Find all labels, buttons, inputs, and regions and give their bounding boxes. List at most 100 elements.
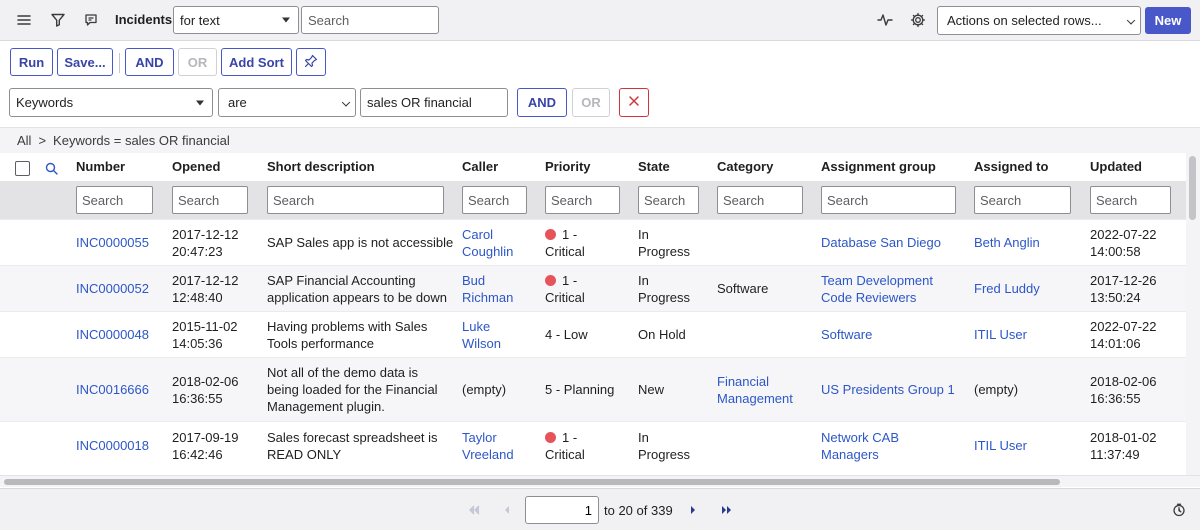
page-number-input[interactable] xyxy=(525,496,599,524)
list-search-input[interactable] xyxy=(301,6,439,34)
table-row[interactable]: INC0000055 2017-12-12 20:47:23 SAP Sales… xyxy=(0,219,1186,265)
column-header-assignment-group[interactable]: Assignment group xyxy=(821,159,936,174)
settings-icon[interactable] xyxy=(907,9,929,31)
caller-link[interactable]: Bud Richman xyxy=(462,272,513,306)
column-header-opened[interactable]: Opened xyxy=(172,159,220,174)
and-button[interactable]: AND xyxy=(125,48,174,76)
caller-link[interactable]: Carol Coughlin xyxy=(462,226,513,260)
category-cell: Software xyxy=(717,281,769,296)
table-row[interactable]: INC0000048 2015-11-02 14:05:36 Having pr… xyxy=(0,311,1186,357)
horizontal-scrollbar[interactable] xyxy=(0,475,1200,487)
column-header-category[interactable]: Category xyxy=(717,159,773,174)
page-range-label: to 20 of 339 xyxy=(604,503,673,518)
incident-number-link[interactable]: INC0000048 xyxy=(76,326,149,343)
column-header-assigned-to[interactable]: Assigned to xyxy=(974,159,1048,174)
search-field-select[interactable]: for text xyxy=(173,6,299,34)
updated-cell: 2018-01-02 11:37:49 xyxy=(1090,429,1157,462)
assigned-to-cell: (empty) xyxy=(974,382,1019,397)
column-header-caller[interactable]: Caller xyxy=(462,159,498,174)
column-header-number[interactable]: Number xyxy=(76,159,125,174)
chevron-down-icon xyxy=(1126,15,1136,25)
column-header-short-description[interactable]: Short description xyxy=(267,159,375,174)
remove-condition-button[interactable] xyxy=(619,88,649,117)
opened-cell: 2018-02-06 16:36:55 xyxy=(172,373,239,406)
table-row[interactable]: INC0000018 2017-09-19 16:42:46 Sales for… xyxy=(0,421,1186,469)
search-category-input[interactable] xyxy=(717,186,803,214)
pin-icon xyxy=(304,54,318,71)
priority-cell: 1 - Critical xyxy=(545,429,585,463)
select-all-checkbox[interactable] xyxy=(15,161,30,176)
assigned-to-link[interactable]: ITIL User xyxy=(974,326,1027,343)
state-cell: In Progress xyxy=(638,272,691,305)
condition-and-button[interactable]: AND xyxy=(517,88,567,117)
pin-filter-button[interactable] xyxy=(296,48,326,76)
incident-number-link[interactable]: INC0000052 xyxy=(76,280,149,297)
assignment-group-link[interactable]: Network CAB Managers xyxy=(821,429,899,463)
condition-or-button[interactable]: OR xyxy=(572,88,610,117)
search-short-description-input[interactable] xyxy=(267,186,444,214)
assignment-group-link[interactable]: Software xyxy=(821,326,872,343)
assigned-to-link[interactable]: ITIL User xyxy=(974,437,1027,454)
column-search-row xyxy=(0,181,1186,219)
response-time-icon[interactable] xyxy=(1169,501,1189,519)
breadcrumb-all[interactable]: All xyxy=(17,133,31,148)
breadcrumb-current[interactable]: Keywords = sales OR financial xyxy=(53,133,230,148)
search-field-select-value: for text xyxy=(180,12,220,28)
category-link[interactable]: Financial Management xyxy=(717,373,793,407)
next-page-icon[interactable] xyxy=(683,501,703,519)
search-updated-input[interactable] xyxy=(1090,186,1171,214)
column-header-updated[interactable]: Updated xyxy=(1090,159,1142,174)
caller-link[interactable]: Taylor Vreeland xyxy=(462,429,514,463)
or-button[interactable]: OR xyxy=(178,48,217,76)
updated-cell: 2018-02-06 16:36:55 xyxy=(1090,373,1157,406)
condition-operator-select[interactable]: are xyxy=(218,88,356,117)
run-button[interactable]: Run xyxy=(10,48,53,76)
last-page-icon[interactable] xyxy=(717,501,737,519)
caller-link[interactable]: Luke Wilson xyxy=(462,318,501,352)
previous-page-icon[interactable] xyxy=(497,501,517,519)
opened-cell: 2017-09-19 16:42:46 xyxy=(172,429,239,462)
condition-field-select[interactable]: Keywords xyxy=(9,88,213,117)
menu-icon[interactable] xyxy=(13,9,35,31)
incident-number-link[interactable]: INC0000018 xyxy=(76,437,149,454)
condition-value-input[interactable] xyxy=(360,88,508,117)
column-header-priority[interactable]: Priority xyxy=(545,159,591,174)
search-number-input[interactable] xyxy=(76,186,153,214)
condition-operator-value: are xyxy=(228,95,247,110)
search-icon[interactable] xyxy=(40,157,62,179)
assigned-to-link[interactable]: Fred Luddy xyxy=(974,280,1040,297)
incident-number-link[interactable]: INC0000055 xyxy=(76,234,149,251)
state-cell: In Progress xyxy=(638,429,691,462)
short-description-cell: Not all of the demo data is being loaded… xyxy=(267,365,438,414)
assignment-group-link[interactable]: US Presidents Group 1 xyxy=(821,381,955,398)
vertical-scrollbar[interactable] xyxy=(1186,153,1200,475)
add-sort-button[interactable]: Add Sort xyxy=(221,48,292,76)
search-opened-input[interactable] xyxy=(172,186,248,214)
activity-icon[interactable] xyxy=(874,9,896,31)
search-priority-input[interactable] xyxy=(545,186,620,214)
assignment-group-link[interactable]: Team Development Code Reviewers xyxy=(821,272,933,306)
search-assignment-group-input[interactable] xyxy=(821,186,956,214)
incident-number-link[interactable]: INC0016666 xyxy=(76,381,149,398)
filter-icon[interactable] xyxy=(47,9,69,31)
new-button[interactable]: New xyxy=(1145,7,1191,34)
assignment-group-link[interactable]: Database San Diego xyxy=(821,234,941,251)
horizontal-scrollbar-thumb[interactable] xyxy=(4,479,1060,485)
actions-select[interactable]: Actions on selected rows... xyxy=(937,6,1141,35)
updated-cell: 2022-07-22 14:01:06 xyxy=(1090,318,1157,351)
search-caller-input[interactable] xyxy=(462,186,527,214)
first-page-icon[interactable] xyxy=(464,501,484,519)
search-assigned-to-input[interactable] xyxy=(974,186,1071,214)
caret-down-icon xyxy=(282,17,290,23)
comment-icon[interactable] xyxy=(80,9,102,31)
table-row[interactable]: INC0000052 2017-12-12 12:48:40 SAP Finan… xyxy=(0,265,1186,311)
table-row[interactable]: INC0016666 2018-02-06 16:36:55 Not all o… xyxy=(0,357,1186,421)
search-state-input[interactable] xyxy=(638,186,699,214)
column-header-state[interactable]: State xyxy=(638,159,670,174)
assigned-to-link[interactable]: Beth Anglin xyxy=(974,234,1040,251)
condition-field-value: Keywords xyxy=(16,95,74,110)
vertical-scrollbar-thumb[interactable] xyxy=(1189,156,1196,220)
short-description-cell: SAP Sales app is not accessible xyxy=(267,235,454,250)
save-filter-button[interactable]: Save... xyxy=(57,48,113,76)
state-cell: On Hold xyxy=(638,327,686,342)
